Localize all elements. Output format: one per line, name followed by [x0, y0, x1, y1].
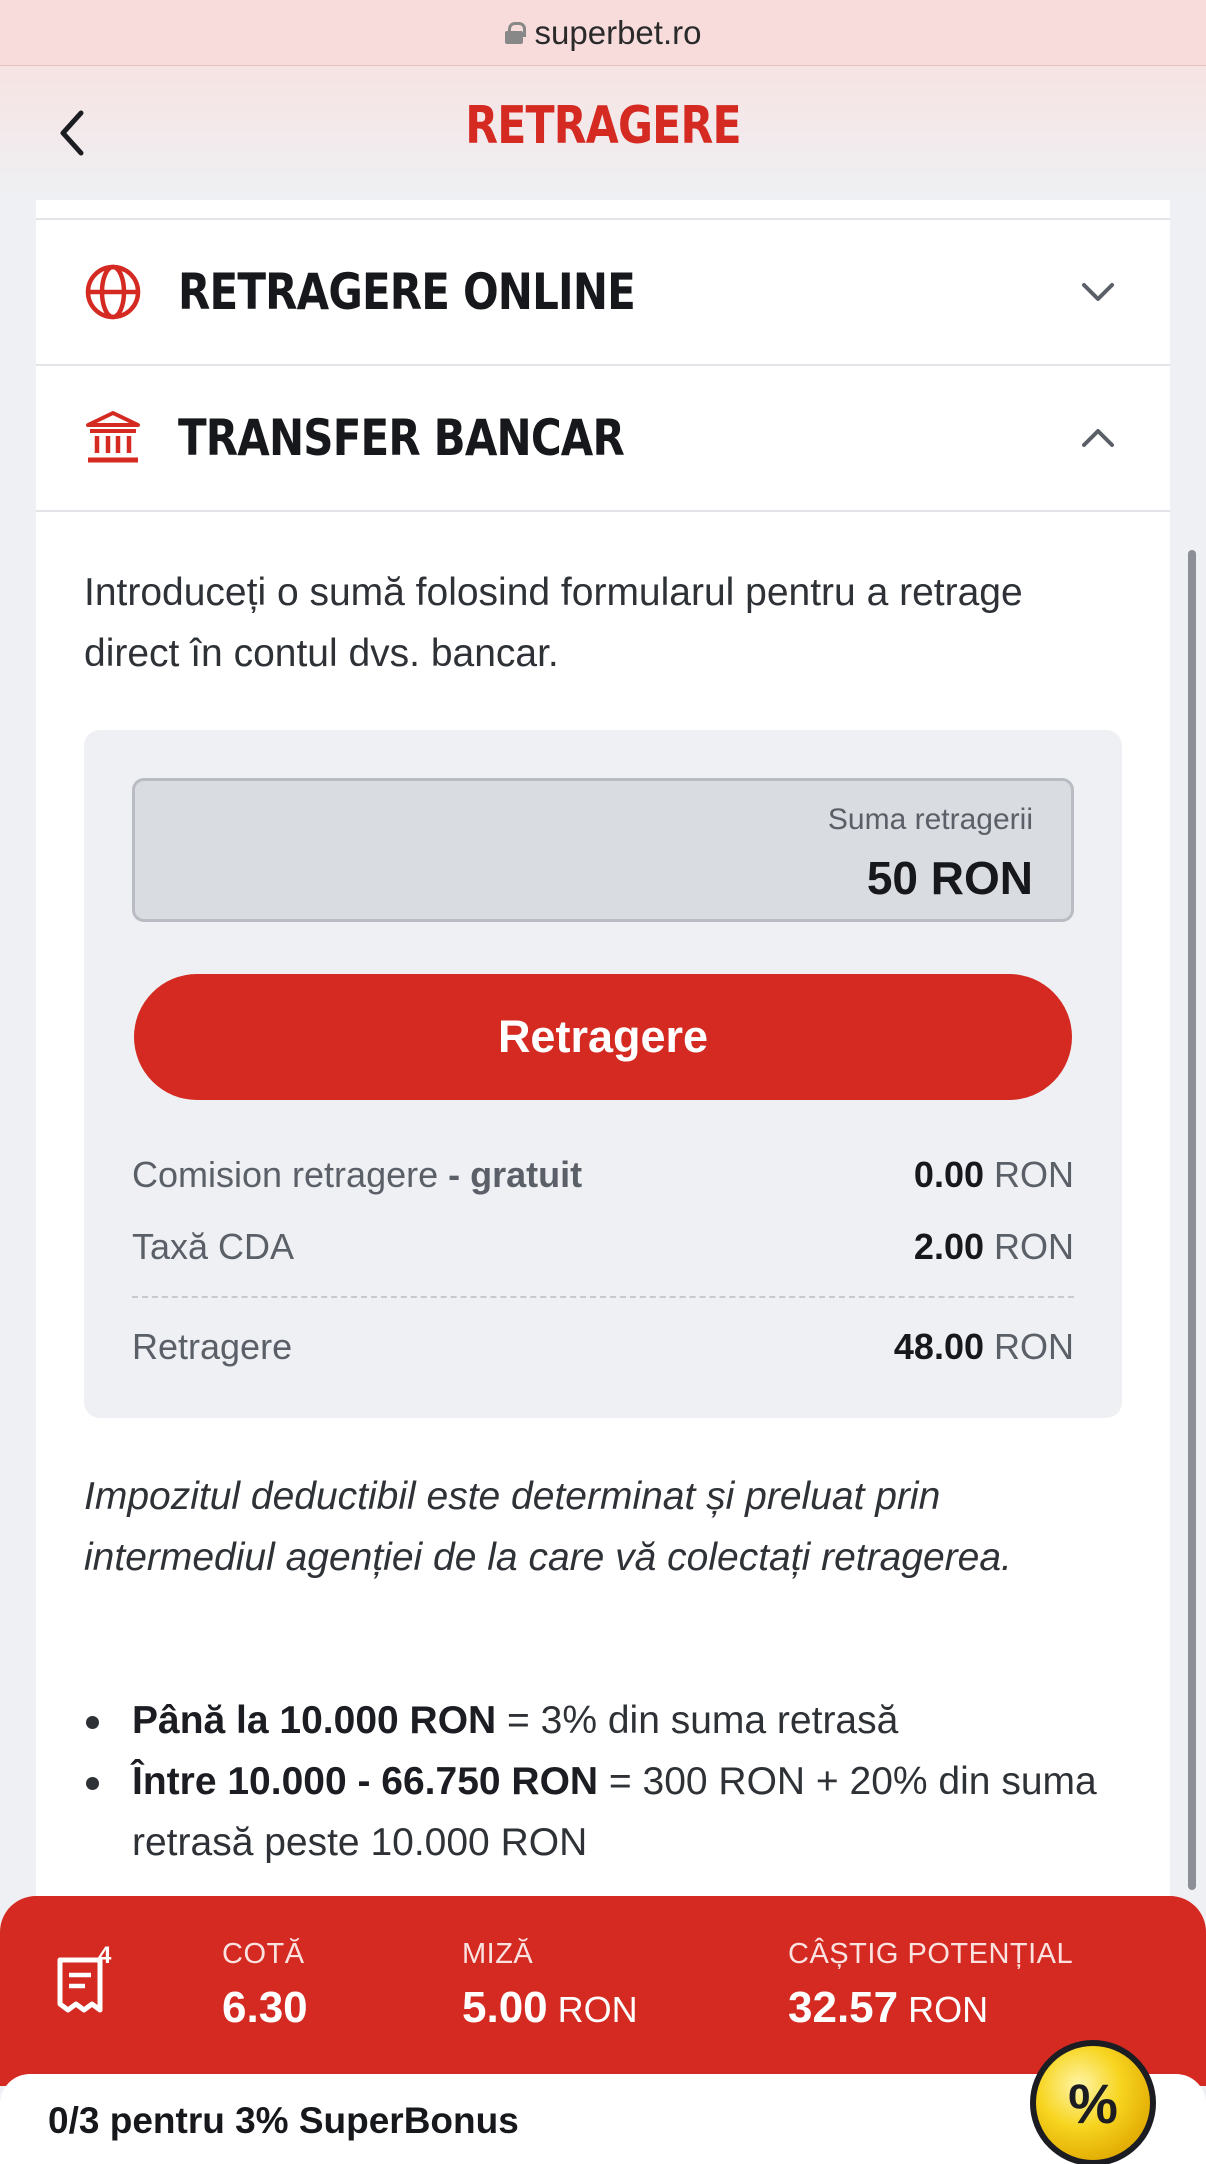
tax-rules-list: Până la 10.000 RON = 3% din suma retrasă…: [84, 1690, 1144, 1873]
bank-icon: [86, 411, 140, 463]
url-text: superbet.ro: [534, 13, 702, 51]
list-item: Între 10.000 - 66.750 RON = 300 RON + 20…: [84, 1751, 1144, 1873]
amount-input[interactable]: Suma retragerii 50 RON: [132, 778, 1074, 922]
back-button[interactable]: [50, 106, 94, 160]
list-item: Până la 10.000 RON = 3% din suma retrasă: [84, 1690, 1144, 1751]
tax-note: Impozitul deductibil este determinat și …: [84, 1475, 1012, 1579]
fee-divider: [132, 1296, 1074, 1298]
amount-input-value[interactable]: 50 RON: [867, 851, 1033, 905]
betslip-potential-win: CÂȘTIG POTENȚIAL 32.57 RON: [788, 1938, 1074, 2032]
accordion-online-label: RETRAGERE ONLINE: [178, 263, 636, 321]
fee-unit: RON: [984, 1326, 1074, 1367]
betslip-odds: COTĂ 6.30: [222, 1938, 308, 2032]
superbonus-text: 0/3 pentru 3% SuperBonus: [48, 2100, 519, 2141]
fee-value: 0.00: [913, 1154, 984, 1195]
transfer-intro-text: Introduceți o sumă folosind formularul p…: [84, 571, 1023, 675]
scrollbar[interactable]: [1188, 550, 1196, 1890]
withdraw-button[interactable]: Retragere: [134, 974, 1072, 1100]
withdraw-card: RETRAGERE ONLINE TRANSFER BANCAR Introdu…: [36, 200, 1170, 1900]
page-header: RETRAGERE: [0, 66, 1206, 200]
betslip-bar[interactable]: 4 COTĂ 6.30 MIZĂ 5.00 RON CÂȘTIG POTENȚI…: [0, 1896, 1206, 2086]
fee-label-free: - gratuit: [438, 1154, 583, 1195]
chevron-up-icon: [1082, 429, 1114, 447]
fee-row-commission: Comision retragere - gratuit 0.00 RON: [132, 1150, 1074, 1200]
fee-unit: RON: [984, 1226, 1074, 1267]
fee-value: 2.00: [913, 1226, 984, 1267]
page-title: RETRAGERE: [465, 96, 741, 156]
accordion-transfer-label: TRANSFER BANCAR: [178, 409, 625, 467]
fee-row-net-withdrawal: Retragere 48.00 RON: [132, 1322, 1074, 1372]
fee-label: Taxă CDA: [132, 1226, 295, 1267]
fee-label: Comision retragere: [132, 1154, 439, 1195]
fee-label: Retragere: [132, 1326, 293, 1367]
globe-icon: [85, 264, 141, 320]
chevron-down-icon: [1082, 283, 1114, 301]
accordion-bank-transfer[interactable]: TRANSFER BANCAR: [36, 366, 1170, 512]
browser-url-bar[interactable]: superbet.ro: [0, 0, 1206, 66]
withdraw-form-panel: Suma retragerii 50 RON Retragere Comisio…: [84, 730, 1122, 1418]
chevron-left-icon: [60, 110, 84, 156]
percent-badge-icon[interactable]: %: [1030, 2040, 1156, 2164]
betslip-count-badge: 4: [98, 1942, 112, 1969]
fee-value: 48.00: [893, 1326, 984, 1367]
fee-unit: RON: [984, 1154, 1074, 1195]
amount-input-label: Suma retragerii: [827, 803, 1033, 836]
fee-row-cda-tax: Taxă CDA 2.00 RON: [132, 1222, 1074, 1272]
betslip-stake: MIZĂ 5.00 RON: [462, 1938, 638, 2032]
lock-icon: [504, 21, 526, 44]
accordion-online-withdrawal[interactable]: RETRAGERE ONLINE: [36, 220, 1170, 366]
betslip-icon: [57, 1957, 103, 2013]
superbonus-bar[interactable]: 0/3 pentru 3% SuperBonus: [0, 2074, 1206, 2164]
